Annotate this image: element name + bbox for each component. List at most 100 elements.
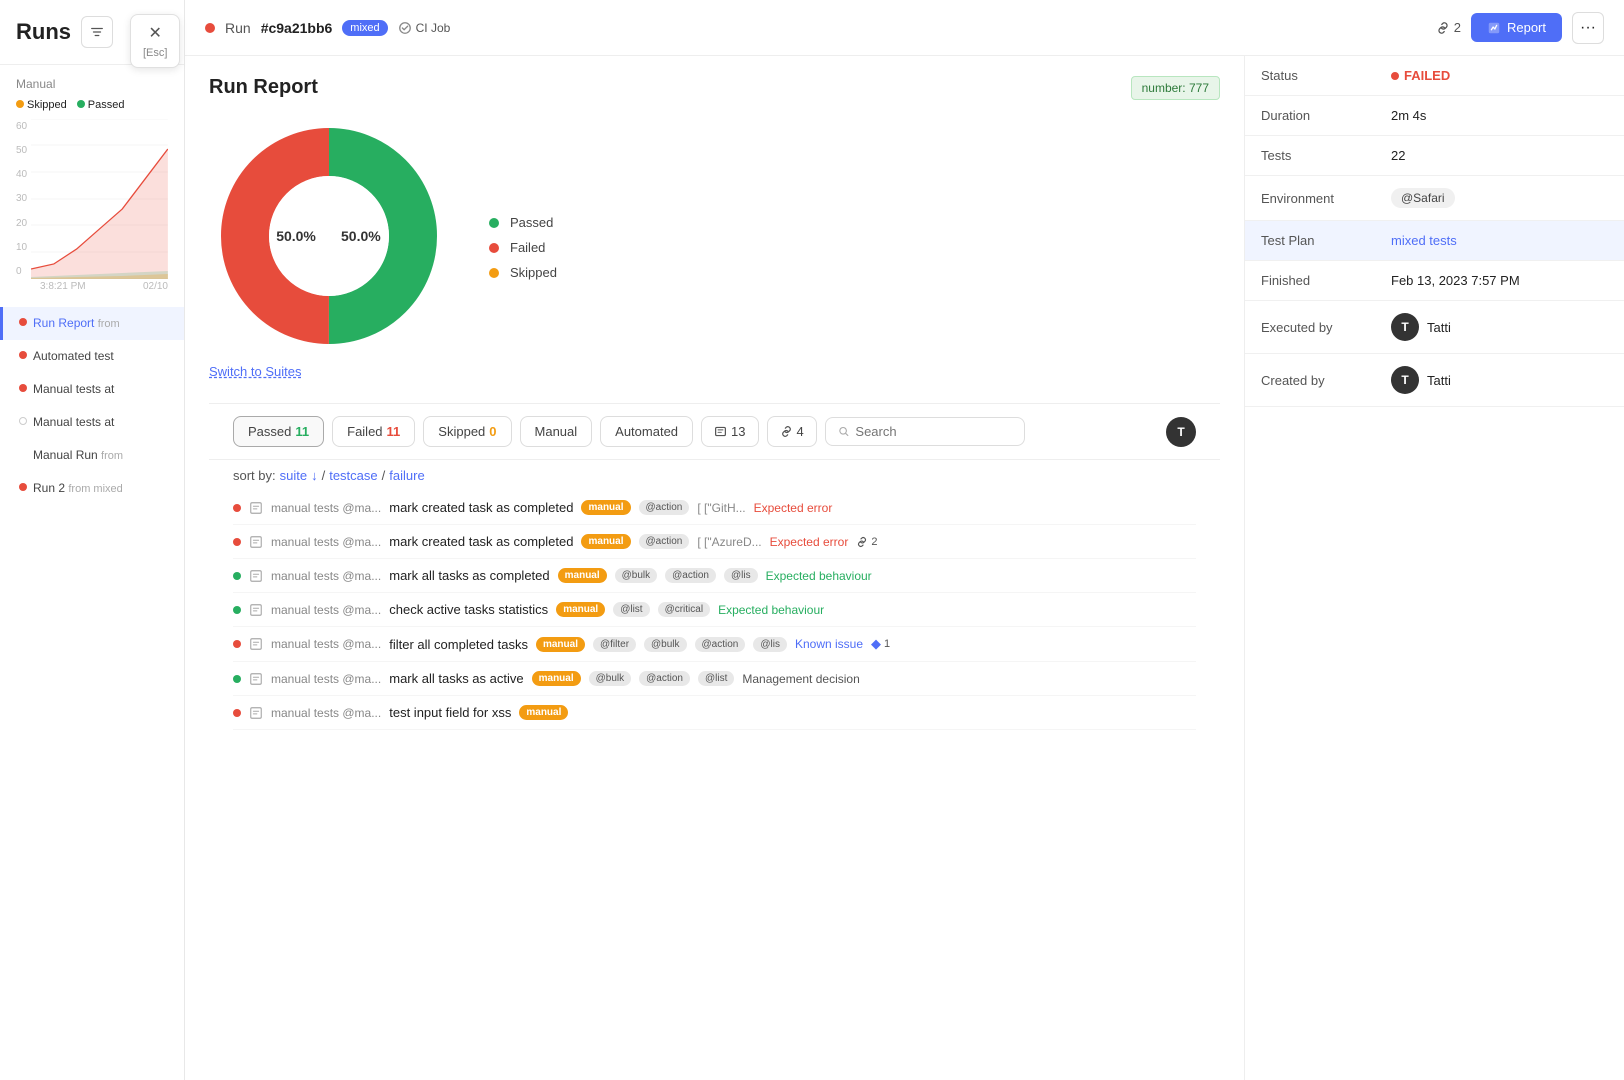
run-status-dot [205, 23, 215, 33]
dot-icon [19, 384, 27, 392]
table-row: manual tests @ma... mark all tasks as co… [233, 559, 1196, 593]
run-report-header: Run Report number: 777 [209, 76, 1220, 100]
links-button[interactable]: 4 [767, 416, 817, 447]
legend-failed: Failed [489, 240, 557, 255]
sidebar-item-run-2[interactable]: Run 2 from mixed [0, 472, 184, 505]
content-area: Run Report number: 777 [185, 56, 1624, 1080]
info-row-tests: Tests 22 [1245, 136, 1624, 176]
test-plan-link[interactable]: mixed tests [1391, 233, 1457, 248]
legend-passed: Passed [489, 215, 557, 230]
status-failed-badge: FAILED [1391, 68, 1608, 83]
dot-icon [19, 483, 27, 491]
sort-by-testcase[interactable]: testcase [329, 468, 377, 483]
automated-filter[interactable]: Automated [600, 416, 693, 447]
environment-badge: @Safari [1391, 188, 1455, 208]
test-status-dot [233, 640, 241, 648]
test-icon [249, 569, 263, 583]
test-status-dot [233, 504, 241, 512]
more-button[interactable]: ··· [1572, 12, 1604, 44]
status-dot [1391, 72, 1399, 80]
sidebar-section-label: Manual [0, 65, 184, 95]
info-row-duration: Duration 2m 4s [1245, 96, 1624, 136]
test-icon [249, 535, 263, 549]
passed-dot [489, 218, 499, 228]
user-avatar-executed: T [1391, 313, 1419, 341]
number-badge: number: 777 [1131, 76, 1220, 100]
sidebar-legend: Skipped Passed [0, 95, 184, 119]
esc-popup: ✕ [Esc] [130, 14, 180, 68]
run-id: #c9a21bb6 [261, 20, 333, 36]
test-status-dot [233, 572, 241, 580]
dot-icon [19, 351, 27, 359]
donut-failed-label: 50.0% [276, 228, 316, 244]
info-row-environment: Environment @Safari [1245, 176, 1624, 221]
table-row: manual tests @ma... test input field for… [233, 696, 1196, 730]
failed-filter[interactable]: Failed 11 [332, 416, 415, 447]
test-icon [249, 706, 263, 720]
sort-by-suite[interactable]: suite [280, 468, 307, 483]
mixed-badge: mixed [342, 20, 387, 36]
passed-filter[interactable]: Passed 11 [233, 416, 324, 447]
sort-by-failure[interactable]: failure [389, 468, 424, 483]
close-icon[interactable]: ✕ [149, 23, 162, 43]
table-row: manual tests @ma... mark created task as… [233, 525, 1196, 559]
sidebar-item-manual-tests-2[interactable]: Manual tests at [0, 406, 184, 439]
manual-filter[interactable]: Manual [520, 416, 593, 447]
donut-passed-label: 50.0% [341, 228, 381, 244]
link-count[interactable]: 2 [1436, 20, 1461, 35]
sidebar-header: Runs ✕ [Esc] [0, 0, 184, 65]
main-panel: Run #c9a21bb6 mixed CI Job 2 Report ··· [185, 0, 1624, 1080]
info-row-created: Created by T Tatti [1245, 354, 1624, 407]
chart-section: 50.0% 50.0% Switch to Suites Passed Fail… [209, 116, 1220, 379]
switch-to-suites-link[interactable]: Switch to Suites [209, 364, 302, 379]
user-avatar-created: T [1391, 366, 1419, 394]
report-button[interactable]: Report [1471, 13, 1562, 42]
test-icon [249, 603, 263, 617]
filter-button[interactable] [81, 16, 113, 48]
filter-bar: Passed 11 Failed 11 Skipped 0 Manual [209, 403, 1220, 460]
test-status-dot [233, 538, 241, 546]
info-table: Status FAILED Duration 2m 4s Te [1245, 56, 1624, 407]
legend-skipped: Skipped [489, 265, 557, 280]
topbar-actions: 2 Report ··· [1436, 12, 1604, 44]
test-status-dot [233, 709, 241, 717]
dot-icon [19, 417, 27, 425]
dot-icon [19, 318, 27, 326]
info-row-executed: Executed by T Tatti [1245, 301, 1624, 354]
sidebar-item-automated-test[interactable]: Automated test [0, 340, 184, 373]
search-input[interactable] [855, 424, 1011, 439]
sidebar-item-manual-run[interactable]: Manual Run from [0, 439, 184, 472]
run-report-title: Run Report [209, 76, 318, 99]
test-icon [249, 637, 263, 651]
table-row: manual tests @ma... check active tasks s… [233, 593, 1196, 627]
failed-dot [489, 243, 499, 253]
sidebar-item-run-report[interactable]: Run Report from [0, 307, 184, 340]
sidebar-item-manual-tests-1[interactable]: Manual tests at [0, 373, 184, 406]
left-panel: Run Report number: 777 [185, 56, 1244, 1080]
executed-by-user: T Tatti [1391, 313, 1608, 341]
test-status-dot [233, 675, 241, 683]
test-icon [249, 501, 263, 515]
test-list: manual tests @ma... mark created task as… [209, 491, 1220, 730]
info-row-status: Status FAILED [1245, 56, 1624, 96]
table-row: manual tests @ma... mark created task as… [233, 491, 1196, 525]
search-icon [838, 425, 850, 438]
skipped-filter[interactable]: Skipped 0 [423, 416, 511, 447]
search-box[interactable] [825, 417, 1025, 446]
diamond-badge: ◆ 1 [871, 636, 890, 652]
info-row-finished: Finished Feb 13, 2023 7:57 PM [1245, 261, 1624, 301]
issues-button[interactable]: 13 [701, 416, 758, 447]
donut-chart: 50.0% 50.0% [209, 116, 449, 356]
sidebar-chart: 60 50 40 30 20 10 0 [0, 119, 184, 299]
sidebar: Runs ✕ [Esc] Manual Skipped Passed 60 50… [0, 0, 185, 1080]
info-row-test-plan: Test Plan mixed tests [1245, 221, 1624, 261]
link-badge: 2 [856, 536, 877, 548]
table-row: manual tests @ma... mark all tasks as ac… [233, 662, 1196, 696]
chart-legend: Passed Failed Skipped [489, 215, 557, 280]
dot-icon [19, 450, 27, 458]
ci-job-label: CI Job [398, 21, 451, 35]
sidebar-nav: Run Report from Automated test Manual te… [0, 299, 184, 514]
skipped-dot [489, 268, 499, 278]
test-icon [249, 672, 263, 686]
created-by-user: T Tatti [1391, 366, 1608, 394]
